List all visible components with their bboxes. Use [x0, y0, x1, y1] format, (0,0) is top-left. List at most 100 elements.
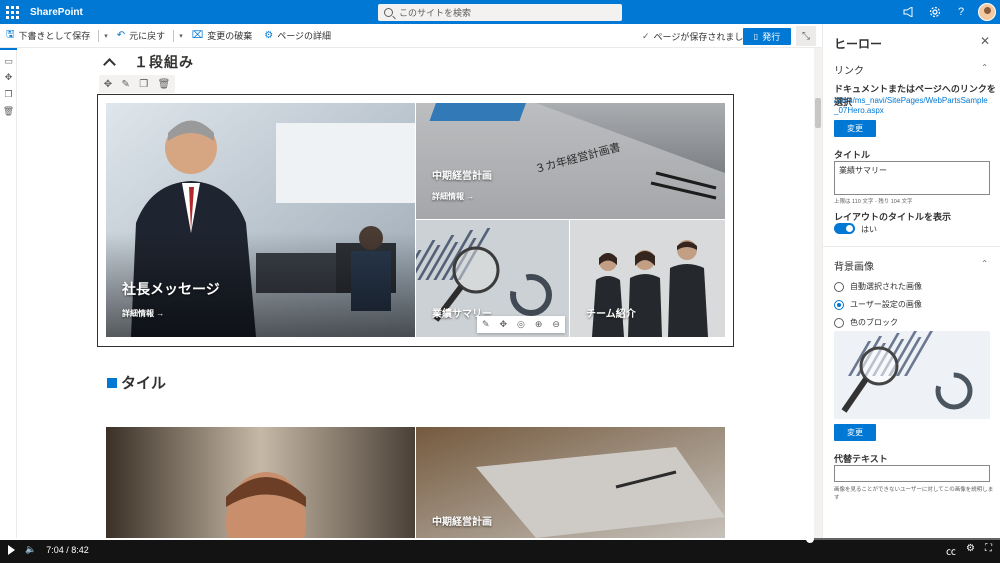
background-group-header[interactable]: 背景画像 — [834, 258, 874, 273]
chevron-down-icon[interactable]: ▾ — [101, 32, 111, 40]
save-draft-label: 下書きとして保存 — [18, 31, 91, 41]
zoom-out-icon[interactable]: ⊖ — [552, 319, 560, 330]
hero-tile-title: 中期経営計画 — [432, 171, 492, 182]
avatar[interactable] — [978, 3, 996, 21]
hero-tile-link[interactable]: 詳細情報 → — [122, 308, 164, 319]
background-image-preview — [834, 331, 990, 419]
move-icon[interactable]: ✥ — [3, 72, 14, 83]
publish-button[interactable]: ▯ 発行 — [743, 28, 791, 45]
hero-webpart[interactable]: 社長メッセージ 詳細情報 → ３カ年経営計画書 中期経営計画 詳細情報 → — [97, 94, 734, 347]
megaphone-icon[interactable] — [896, 0, 922, 24]
radio-button[interactable] — [834, 317, 844, 328]
suite-bar: SharePoint このサイトを検索 ? — [0, 0, 1000, 24]
duplicate-icon[interactable]: ❐ — [139, 79, 148, 90]
save-icon: 🖫 — [6, 29, 15, 40]
play-icon[interactable] — [8, 544, 15, 555]
image-toolbar: ✎ ✥ ◎ ⊕ ⊖ — [477, 316, 565, 333]
gear-icon[interactable] — [922, 0, 948, 24]
alt-text-hint: 画像を見ることができないユーザーに対してこの画像を説明します — [834, 487, 994, 501]
discard-icon: ⌧ — [191, 30, 204, 41]
link-group-header[interactable]: リンク — [834, 62, 864, 77]
hero-tile-president[interactable]: 社長メッセージ 詳細情報 → — [106, 103, 415, 337]
radio-button[interactable] — [834, 281, 844, 292]
link-url[interactable]: /sites/ms_navi/SitePages/WebPartsSample_… — [834, 96, 992, 116]
hero-tile-midterm-plan[interactable]: ３カ年経営計画書 中期経営計画 詳細情報 → — [416, 103, 725, 219]
change-link-label: 変更 — [847, 124, 863, 133]
page-details-button[interactable]: ⚙ ページの詳細 — [258, 24, 337, 48]
checkmark-icon: ✓ — [642, 30, 650, 41]
tile-lower-portrait[interactable] — [106, 427, 415, 538]
canvas-scrollbar[interactable] — [814, 48, 822, 538]
collapse-icon[interactable]: ⤡ — [796, 26, 816, 46]
chevron-up-icon[interactable] — [103, 57, 116, 71]
undo-icon: ↶ — [116, 30, 126, 41]
volume-icon[interactable]: 🔈 — [25, 544, 36, 555]
edit-icon[interactable]: ✎ — [482, 319, 490, 330]
bg-option-auto[interactable]: 自動選択された画像 — [834, 281, 922, 292]
undo-button[interactable]: ↶ 元に戻す — [111, 24, 171, 48]
discard-button[interactable]: ⌧ 変更の破棄 — [186, 24, 259, 48]
help-icon[interactable]: ? — [948, 0, 974, 24]
save-draft-button[interactable]: 🖫 下書きとして保存 — [0, 24, 96, 48]
brand-name[interactable]: SharePoint — [30, 7, 83, 18]
radio-label: 色のブロック — [850, 318, 898, 327]
zoom-in-icon[interactable]: ⊕ — [535, 319, 543, 330]
settings-icon[interactable]: ⚙ — [966, 543, 975, 558]
section-marker-icon — [107, 377, 117, 388]
radio-label: 自動選択された画像 — [850, 282, 922, 291]
video-progress-fill — [0, 538, 810, 540]
fullscreen-icon[interactable]: ⛶ — [985, 543, 992, 558]
bg-option-color-block[interactable]: 色のブロック — [834, 317, 898, 328]
publish-icon: ▯ — [753, 32, 759, 41]
comment-icon[interactable]: ▭ — [3, 56, 14, 67]
app-launcher-icon[interactable] — [0, 0, 24, 24]
hero-tile-team-intro[interactable]: チーム紹介 — [570, 220, 725, 337]
move-icon[interactable]: ✥ — [500, 319, 508, 330]
chevron-down-icon[interactable]: ▾ — [176, 32, 186, 40]
rail-active-indicator — [0, 48, 17, 50]
divider — [98, 29, 100, 42]
bg-option-custom[interactable]: ユーザー設定の画像 — [834, 299, 922, 310]
change-image-button[interactable]: 変更 — [834, 424, 876, 441]
video-current-time: 7:04 — [46, 544, 64, 555]
pane-title: ヒーロー — [834, 37, 883, 51]
video-progress-bar[interactable] — [0, 535, 1000, 543]
video-progress-knob[interactable] — [806, 535, 814, 543]
publish-label: 発行 — [762, 32, 781, 42]
scrollbar-thumb[interactable] — [815, 98, 821, 128]
alt-text-input[interactable] — [834, 465, 990, 482]
edit-icon[interactable]: ✎ — [121, 79, 129, 90]
delete-icon[interactable]: 🗑 — [158, 79, 171, 90]
title-input[interactable]: 業績サマリー — [834, 161, 990, 195]
divider — [823, 246, 1000, 247]
show-title-label: レイアウトのタイトルを表示 — [834, 212, 952, 222]
move-icon[interactable]: ✥ — [104, 79, 112, 90]
focus-icon[interactable]: ◎ — [517, 319, 525, 330]
search-box[interactable]: このサイトを検索 — [378, 4, 622, 21]
tile-lower-midterm-plan[interactable]: 中期経営計画 — [416, 427, 725, 538]
page-details-label: ページの詳細 — [277, 31, 332, 41]
hero-tile-title: チーム紹介 — [586, 309, 636, 320]
show-title-toggle[interactable] — [834, 223, 855, 234]
delete-icon[interactable]: 🗑 — [3, 106, 14, 117]
office-photo-image — [106, 103, 415, 337]
change-link-button[interactable]: 変更 — [834, 120, 876, 137]
close-icon[interactable]: ✕ — [980, 34, 990, 48]
radio-label: ユーザー設定の画像 — [850, 300, 922, 309]
tile-title: 中期経営計画 — [432, 517, 492, 528]
chevron-up-icon[interactable]: ⌃ — [981, 259, 988, 268]
section-title: １段組み — [134, 54, 194, 70]
video-total-time: 8:42 — [71, 544, 89, 555]
hero-tile-title: 社長メッセージ — [122, 281, 220, 297]
radio-button[interactable] — [834, 299, 844, 310]
toggle-state-label: はい — [861, 225, 877, 234]
hero-tile-link[interactable]: 詳細情報 → — [432, 191, 474, 202]
saved-status-text: ページが保存されました — [653, 31, 753, 42]
duplicate-icon[interactable]: ❐ — [3, 89, 14, 100]
divider — [173, 29, 175, 42]
captions-icon[interactable]: ㏄ — [946, 543, 956, 558]
discard-label: 変更の破棄 — [207, 31, 253, 41]
title-label: タイトル — [834, 150, 871, 160]
chevron-up-icon[interactable]: ⌃ — [981, 63, 988, 72]
change-image-label: 変更 — [847, 428, 863, 437]
